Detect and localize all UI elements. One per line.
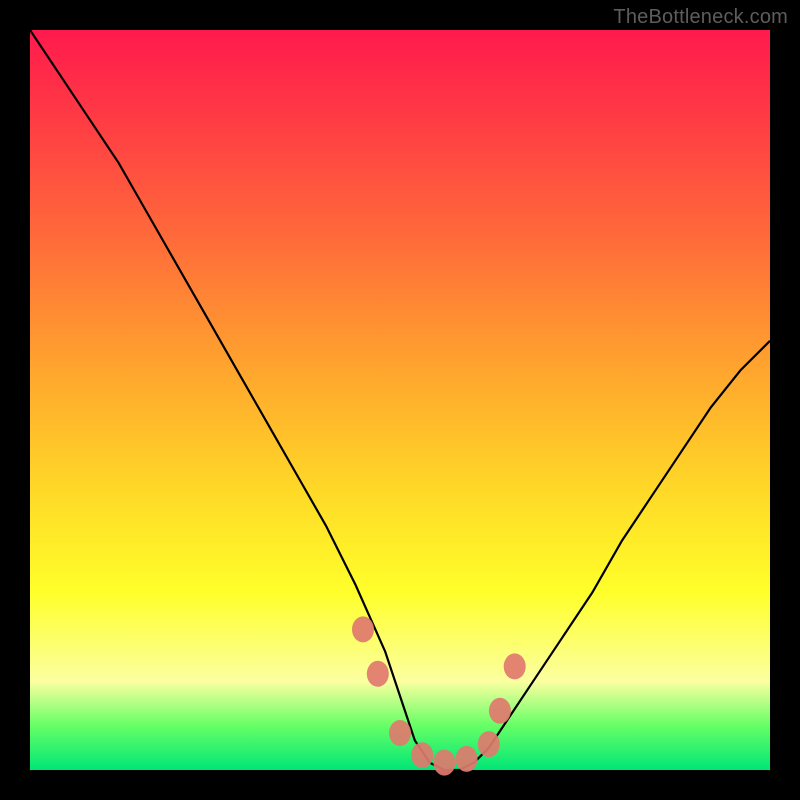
marker-dot [389,720,411,746]
marker-dot [411,742,433,768]
highlight-markers [352,616,526,775]
marker-dot [367,661,389,687]
marker-dot [456,746,478,772]
plot-area [30,30,770,770]
marker-dot [478,731,500,757]
marker-dot [433,750,455,776]
marker-dot [352,616,374,642]
marker-dot [489,698,511,724]
bottleneck-curve [30,30,770,770]
curve-layer [30,30,770,770]
watermark-text: TheBottleneck.com [613,6,788,29]
marker-dot [504,653,526,679]
